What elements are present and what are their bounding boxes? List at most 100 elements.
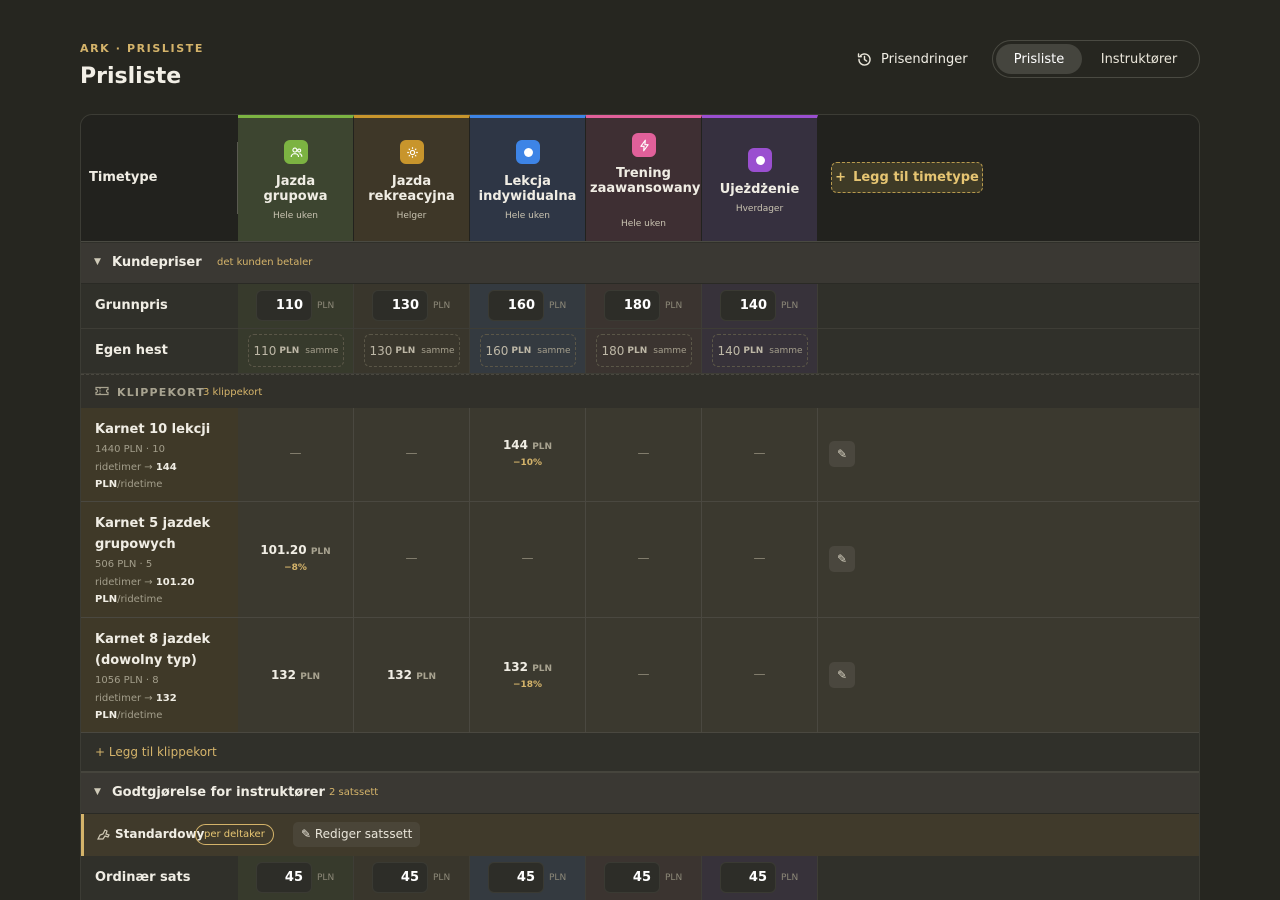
section-subtitle: 2 satssett [329,787,379,798]
edit-rate-set-button[interactable]: ✎ Rediger satssett [293,822,421,847]
clip-card-desc: 1440 PLN · 10 ridetimer → 144 PLN/ridetime [95,444,177,490]
ordinary-rate-row: Ordinær sats 45 PLN 45 PLN 45 PLN 45 PLN… [81,856,1199,900]
tab-prisliste[interactable]: Prisliste [996,44,1082,74]
type-name-1: Jazda grupowa [263,174,328,204]
edit-clip-card-button[interactable]: ✎ [829,546,855,572]
discount-badge: −10% [512,458,543,468]
same-price-chip[interactable]: 140 PLN samme [712,334,808,367]
rate-cell: 45 PLN [354,856,470,900]
add-clip-card-row: + Legg til klippekort [81,733,1199,773]
price-cell: 180 PLN samme [586,329,702,373]
clip-card-desc: 506 PLN · 5 ridetimer → 101.20 PLN/ridetim… [95,559,195,605]
clip-cell: — [702,618,818,732]
type-when-2: Helger [396,211,427,221]
history-icon [857,52,871,66]
price-cell: 130 PLN [354,284,470,328]
rate-cell: 45 PLN [238,856,354,900]
row-label: Ordinær sats [95,870,191,885]
clip-card-row: Karnet 5 jazdek grupowych 506 PLN · 5 rid… [81,502,1199,618]
own-horse-row: Egen hest 110 PLN samme 130 PLN samme 160 PLN… [81,329,1199,374]
clip-value: 132 PLN [502,660,553,674]
section-title: Godtgjørelse for instruktører [112,785,325,800]
type-column-4[interactable]: Trening zaawansowany Hele uken [586,115,702,241]
clip-card-label: Karnet 8 jazdek (dowolny typ) 1056 PLN ·… [81,618,238,732]
rate-set-header: Standardowy per deltaker ✎ Rediger satss… [81,814,1199,856]
price-input[interactable]: 140 [720,290,776,321]
type-column-5[interactable]: Ujeżdżenie Hverdager [702,115,818,241]
type-when-4: Hele uken [620,219,667,229]
pencil-icon: ✎ [836,668,848,682]
add-clip-card-button[interactable]: + Legg til klippekort [95,745,217,759]
same-price-chip[interactable]: 180 PLN samme [596,334,692,367]
view-switch: Prisliste Instruktører [992,40,1200,78]
currency-label: PLN [781,873,799,883]
same-price-chip[interactable]: 130 PLN samme [364,334,460,367]
rate-input[interactable]: 45 [720,862,776,893]
clip-card-name: Karnet 5 jazdek grupowych [95,516,211,552]
type-when-3: Hele uken [504,211,551,221]
people-icon [284,140,308,164]
rate-input[interactable]: 45 [372,862,428,893]
clip-value: 132 PLN [386,668,437,682]
discount-badge: −18% [512,680,543,690]
rate-input[interactable]: 45 [488,862,544,893]
same-price-chip[interactable]: 110 PLN samme [248,334,344,367]
same-price-chip[interactable]: 160 PLN samme [480,334,576,367]
clip-cell: 144 PLN −10% [470,408,586,501]
ticket-icon [95,386,109,396]
clip-card-label: Karnet 5 jazdek grupowych 506 PLN · 5 rid… [81,502,238,617]
page-title: Prisliste [80,64,182,89]
price-cell: 130 PLN samme [354,329,470,373]
type-when-1: Hele uken [272,211,319,221]
rate-input[interactable]: 45 [604,862,660,893]
clip-cell: 132 PLN [238,618,354,732]
clip-cell: — [586,408,702,501]
price-input[interactable]: 110 [256,290,312,321]
row-label: Egen hest [95,343,168,358]
section-title: Kundepriser [112,255,202,270]
clip-value: 101.20 PLN [260,543,331,557]
type-column-2[interactable]: Jazda rekreacyjna Helger [354,115,470,241]
clip-cell: — [586,502,702,617]
clip-cell: — [702,502,818,617]
base-price-row: Grunnpris 110 PLN 130 PLN 160 PLN 180 PL… [81,284,1199,329]
pencil-icon: ✎ [836,447,848,461]
tab-instructors[interactable]: Instruktører [1082,44,1196,74]
price-input[interactable]: 130 [372,290,428,321]
sun-icon [400,140,424,164]
price-input[interactable]: 180 [604,290,660,321]
price-input[interactable]: 160 [488,290,544,321]
clip-cards-title: KLIPPEKORT [117,386,206,399]
clip-value: 144 PLN [502,438,553,452]
rate-input[interactable]: 45 [256,862,312,893]
clip-cell: — [238,408,354,501]
pencil-icon: ✎ [836,552,848,566]
instructor-pay-section[interactable]: ▼ Godtgjørelse for instruktører 2 satsse… [81,773,1199,814]
rate-cell: 45 PLN [470,856,586,900]
price-cell: 160 PLN [470,284,586,328]
plus-icon: + [835,170,847,185]
page-eyebrow: ARK · PRISLISTE [80,42,204,55]
customer-prices-section[interactable]: ▼ Kundepriser det kunden betaler [81,243,1199,284]
price-table: Timetype Jazda grupowa Hele uken Jazda r… [80,114,1200,900]
price-cell: 180 PLN [586,284,702,328]
price-cell: 160 PLN samme [470,329,586,373]
type-column-3[interactable]: Lekcja indywidualna Hele uken [470,115,586,241]
currency-label: PLN [433,873,451,883]
price-history-button[interactable]: Prisendringer [856,48,968,70]
clip-card-row: Karnet 8 jazdek (dowolny typ) 1056 PLN ·… [81,618,1199,733]
chevron-down-icon: ▼ [94,787,101,797]
type-column-1[interactable]: Jazda grupowa Hele uken [238,115,354,241]
price-history-label: Prisendringer [881,51,968,67]
table-header: Timetype Jazda grupowa Hele uken Jazda r… [81,115,1199,242]
add-type-button[interactable]: + Legg til timetype [831,162,983,193]
edit-clip-card-button[interactable]: ✎ [829,662,855,688]
clip-cell: 132 PLN [354,618,470,732]
currency-label: PLN [317,301,335,311]
clip-card-name: Karnet 10 lekcji [95,422,211,437]
add-type-label: Legg til timetype [853,170,979,185]
clip-cell: — [470,502,586,617]
bolt-icon [632,133,656,157]
edit-clip-card-button[interactable]: ✎ [829,441,855,467]
currency-label: PLN [317,873,335,883]
